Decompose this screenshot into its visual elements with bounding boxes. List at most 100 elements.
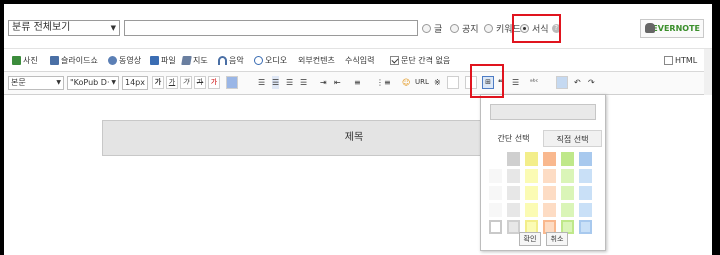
underline-label: 가 — [168, 78, 176, 86]
evernote-button[interactable]: EVERNOTE — [640, 19, 704, 38]
font-size-select[interactable]: 14px — [122, 76, 148, 90]
save-icon[interactable] — [556, 76, 568, 89]
bold-button[interactable]: 가 — [152, 76, 164, 89]
font-color-button[interactable]: 가 — [208, 76, 220, 89]
slideshow-icon — [50, 56, 59, 65]
table-style-cell[interactable] — [489, 169, 502, 183]
table-style-cell[interactable] — [579, 152, 592, 166]
link-button[interactable]: URL — [415, 76, 429, 89]
list-icon[interactable]: ⋮≡ — [376, 76, 391, 89]
insert-formula-button[interactable]: 수식입력 — [345, 55, 374, 66]
chevron-down-icon: ▼ — [56, 79, 61, 86]
redo-icon[interactable]: ↷ — [588, 76, 595, 89]
background-color-button[interactable] — [226, 76, 238, 89]
chevron-down-icon: ▼ — [110, 24, 116, 32]
insert-music-button[interactable]: 음악 — [218, 55, 244, 66]
align-left-icon[interactable]: ☰ — [258, 76, 265, 89]
table-style-cell[interactable] — [489, 186, 502, 200]
table-style-cell[interactable] — [579, 186, 592, 200]
font-size-value: 14px — [125, 78, 145, 87]
tab-simple-select[interactable]: 간단 선택 — [484, 130, 543, 147]
radio-circle-icon — [450, 23, 459, 33]
cancel-label: 취소 — [550, 235, 564, 243]
table-style-cell[interactable] — [525, 203, 538, 217]
table-style-cell[interactable] — [507, 169, 520, 183]
insert-external-content-label: 외부컨텐츠 — [298, 56, 335, 65]
table-style-cell[interactable] — [507, 186, 520, 200]
table-style-cell[interactable] — [543, 152, 556, 166]
table-style-cell[interactable] — [561, 152, 574, 166]
block-style-select[interactable]: 본문 ▼ — [8, 76, 64, 90]
table-style-cell[interactable] — [489, 220, 502, 234]
table-style-cell[interactable] — [561, 203, 574, 217]
strikethrough-button[interactable]: 가 — [194, 76, 206, 89]
file-icon — [150, 56, 159, 65]
align-center-icon[interactable]: ☰ — [272, 76, 280, 89]
cancel-button[interactable]: 취소 — [546, 232, 568, 246]
table-style-cell[interactable] — [579, 169, 592, 183]
insert-external-content-button[interactable]: 외부컨텐츠 — [298, 55, 335, 66]
table-style-cell[interactable] — [507, 203, 520, 217]
category-select[interactable]: 분류 전체보기 ▼ — [8, 20, 120, 36]
table-style-cell[interactable] — [543, 203, 556, 217]
align-right-icon[interactable]: ☰ — [286, 76, 293, 89]
table-style-cell[interactable] — [579, 203, 592, 217]
map-icon — [181, 56, 192, 65]
format-toolbar: 본문 ▼ "KoPub D· ▼ 14px 가 가 가 가 가 ☰ ☰ ☰ ☰ … — [4, 72, 712, 95]
table-style-cell[interactable] — [525, 152, 538, 166]
spellcheck-button[interactable]: ᵃᵇᶜ — [530, 76, 538, 89]
tab-custom-select[interactable]: 직접 선택 — [543, 130, 602, 147]
indent-icon[interactable]: ⇥ — [320, 76, 327, 89]
highlight-box — [470, 64, 504, 98]
insert-file-label: 파일 — [161, 56, 176, 65]
photo-icon — [12, 56, 21, 65]
insert-photo-label: 사진 — [23, 56, 38, 65]
table-style-cell[interactable] — [543, 186, 556, 200]
align-justify-icon[interactable]: ☰ — [300, 76, 307, 89]
insert-audio-button[interactable]: 오디오 — [254, 55, 287, 66]
radio-notice[interactable]: 공지 — [450, 22, 479, 35]
outdent-icon[interactable]: ⇤ — [334, 76, 341, 89]
emoticon-icon[interactable]: ☺ — [402, 76, 410, 89]
insert-photo-button[interactable]: 사진 — [12, 55, 38, 66]
insert-file-button[interactable]: 파일 — [150, 55, 176, 66]
font-family-select[interactable]: "KoPub D· ▼ — [67, 76, 119, 90]
insert-formula-label: 수식입력 — [345, 56, 375, 65]
table-style-cell[interactable] — [561, 186, 574, 200]
italic-button[interactable]: 가 — [180, 76, 192, 89]
insert-music-label: 음악 — [229, 56, 244, 65]
table-style-cell[interactable] — [543, 169, 556, 183]
link-label: URL — [415, 78, 429, 86]
table-style-cell[interactable] — [561, 169, 574, 183]
horizontal-rule-icon[interactable]: ☰ — [512, 76, 519, 89]
insert-map-button[interactable]: 지도 — [181, 55, 208, 66]
table-style-cell[interactable] — [507, 152, 520, 166]
font-color-label: 가 — [210, 78, 218, 86]
image-frame-icon[interactable] — [447, 76, 459, 89]
table-style-cell[interactable] — [489, 152, 502, 166]
radio-post[interactable]: 글 — [422, 22, 442, 35]
table-style-cell[interactable] — [489, 203, 502, 217]
html-mode-option[interactable]: HTML — [664, 55, 697, 66]
table-insert-popup: 간단 선택 직접 선택 확인 취소 — [480, 94, 606, 251]
insert-slideshow-label: 슬라이드쇼 — [61, 56, 98, 65]
paragraph-spacing-option[interactable]: 문단 간격 없음 — [390, 55, 450, 66]
insert-video-button[interactable]: 동영상 — [108, 55, 141, 66]
confirm-label: 확인 — [523, 235, 537, 243]
special-char-icon[interactable]: ※ — [434, 76, 441, 89]
confirm-button[interactable]: 확인 — [519, 232, 541, 246]
insert-map-label: 지도 — [193, 56, 208, 65]
spellcheck-label: ᵃᵇᶜ — [530, 78, 539, 86]
headphones-icon — [218, 56, 227, 65]
underline-button[interactable]: 가 — [166, 76, 178, 89]
radio-circle-icon — [422, 23, 431, 33]
line-height-icon[interactable]: ≡ — [354, 76, 361, 89]
evernote-label: EVERNOTE — [652, 24, 700, 33]
table-style-cell[interactable] — [525, 169, 538, 183]
insert-slideshow-button[interactable]: 슬라이드쇼 — [50, 55, 98, 66]
table-style-cell[interactable] — [579, 220, 592, 234]
undo-icon[interactable]: ↶ — [574, 76, 581, 89]
table-style-cell[interactable] — [525, 186, 538, 200]
post-title-input[interactable] — [124, 20, 418, 36]
title-block-label: 제목 — [344, 132, 364, 143]
